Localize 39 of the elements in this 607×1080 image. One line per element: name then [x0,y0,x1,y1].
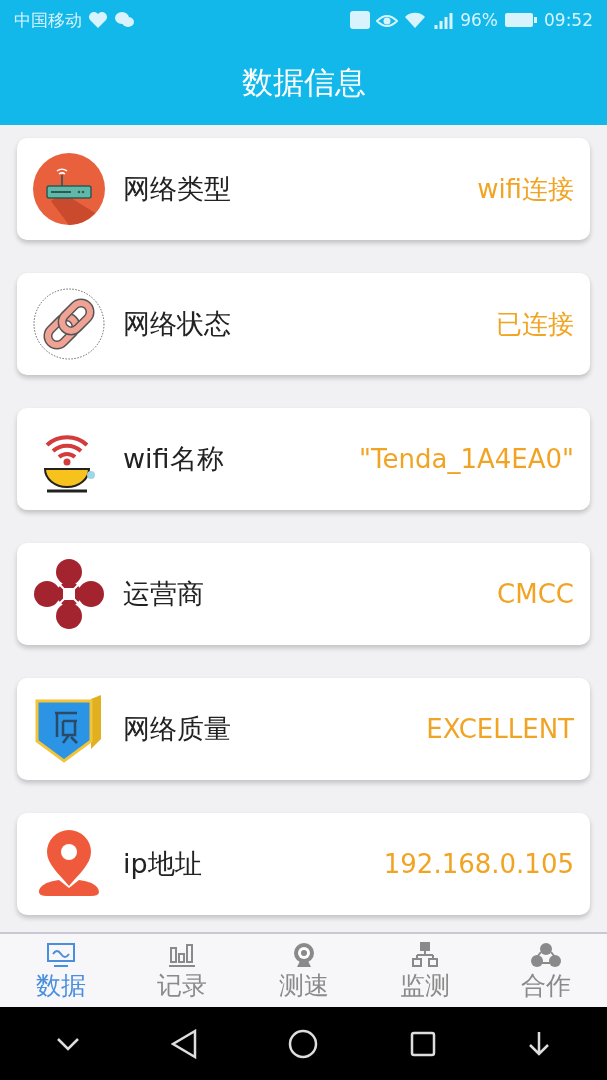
clock-time: 09:52 [544,10,593,30]
hd-icon [350,11,371,29]
info-value: wifi连接 [477,172,574,206]
home-icon[interactable] [288,1028,319,1059]
back-icon[interactable] [171,1028,198,1059]
bar-chart-icon[interactable] [167,941,198,968]
battery-icon [504,11,538,29]
flower-icon [33,558,105,630]
info-value: 192.168.0.105 [383,849,574,879]
carrier-name: 中国移动 [14,8,82,32]
chain-icon [33,288,105,360]
info-label: 网络质量 [123,712,232,746]
tab-label[interactable]: 测速 [278,971,329,1000]
tab-label[interactable]: 记录 [157,971,208,1000]
network-icon[interactable] [409,941,440,968]
cooperation-icon[interactable] [531,941,562,968]
info-value: CMCC [497,579,574,609]
tab-label[interactable]: 合作 [521,971,572,1000]
info-value: 已连接 [496,307,574,341]
router-icon [33,153,105,225]
chevron-down-icon[interactable] [55,1036,80,1051]
recent-apps-icon[interactable] [409,1030,436,1057]
download-icon[interactable] [527,1029,552,1058]
info-value: EXCELLENT [426,714,574,744]
signal-icon [432,11,455,29]
info-label: ip地址 [123,847,203,881]
info-label: wifi名称 [123,442,225,476]
info-label: 运营商 [123,577,205,611]
battery-percent: 96% [460,10,498,30]
info-value: "Tenda_1A4EA0" [359,444,574,474]
heart-icon [88,11,108,29]
page-title: 数据信息 [241,62,366,102]
info-label: 网络状态 [123,307,232,341]
tab-label[interactable]: 监测 [399,971,450,1000]
wifi-icon [404,11,427,29]
monitor-icon[interactable] [45,941,76,968]
info-label: 网络类型 [123,172,232,206]
chat-icon [114,11,134,29]
tab-label[interactable]: 数据 [35,971,86,1000]
